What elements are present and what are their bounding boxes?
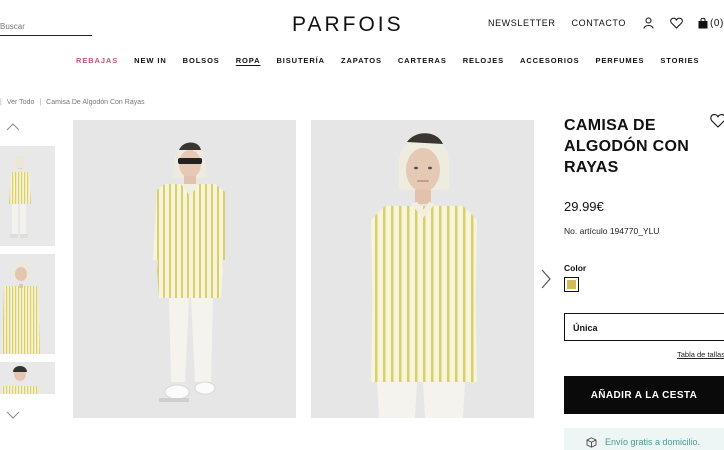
breadcrumb-separator: | [39, 99, 42, 106]
breadcrumb-current: Camisa De Algodón Con Rayas [46, 99, 145, 106]
nav-item-zapatos[interactable]: ZAPATOS [341, 56, 382, 65]
product-title: CAMISA DE ALGODÓN CON RAYAS [564, 117, 690, 176]
product-image-full-body[interactable] [73, 120, 296, 418]
top-links: NEWSLETTER CONTACTO (0) [488, 16, 724, 30]
nav-item-ropa[interactable]: ROPA [236, 56, 261, 65]
chevron-down-icon[interactable] [6, 410, 20, 420]
box-icon [586, 436, 597, 448]
breadcrumb: | Ver Todo | Camisa De Algodón Con Rayas [0, 99, 145, 106]
thumbnail-3[interactable] [0, 362, 55, 394]
color-swatch[interactable] [564, 277, 579, 292]
contact-link[interactable]: CONTACTO [572, 18, 626, 28]
product-reference: No. artículo 194770_YLU [564, 226, 660, 236]
shipping-text: Envío gratis a domicilio. [605, 437, 701, 447]
nav-item-accesorios[interactable]: ACCESORIOS [520, 56, 579, 65]
search-input[interactable] [0, 19, 92, 31]
nav-item-stories[interactable]: STORIES [660, 56, 699, 65]
color-label: Color [564, 263, 587, 273]
product-image-closeup[interactable] [311, 120, 534, 418]
nav-item-rebajas[interactable]: REBAJAS [76, 56, 118, 65]
product-price: 29.99€ [564, 199, 604, 214]
thumbnail-2[interactable] [0, 254, 55, 354]
bag-icon [698, 17, 708, 29]
nav-item-bisuteria[interactable]: BISUTERÍA [276, 56, 325, 65]
nav-item-new-in[interactable]: NEW IN [134, 56, 166, 65]
heart-icon[interactable] [670, 16, 684, 30]
add-to-cart-label: AÑADIR A LA CESTA [590, 389, 698, 401]
breadcrumb-separator: | [0, 99, 2, 106]
chevron-up-icon[interactable] [6, 122, 20, 132]
size-table-link[interactable]: Tabla de tallas [677, 350, 724, 359]
user-icon[interactable] [642, 16, 656, 30]
main-nav: REBAJAS NEW IN BOLSOS ROPA BISUTERÍA ZAP… [76, 56, 715, 65]
size-select[interactable]: Única [564, 313, 724, 341]
nav-item-perfumes[interactable]: PERFUMES [595, 56, 644, 65]
nav-item-bolsos[interactable]: BOLSOS [183, 56, 220, 65]
newsletter-link[interactable]: NEWSLETTER [488, 18, 556, 28]
cart-button[interactable]: (0) [698, 17, 724, 29]
size-value: Única [573, 323, 598, 333]
breadcrumb-link[interactable]: Ver Todo [7, 99, 35, 106]
thumbnail-1[interactable] [0, 146, 55, 246]
cart-count: (0) [709, 17, 724, 29]
nav-item-carteras[interactable]: CARTERAS [398, 56, 447, 65]
nav-item-relojes[interactable]: RELOJES [463, 56, 504, 65]
chevron-right-icon[interactable] [539, 268, 553, 290]
shipping-banner: Envío gratis a domicilio. [564, 428, 724, 450]
search-field[interactable] [0, 16, 92, 36]
add-to-cart-button[interactable]: AÑADIR A LA CESTA [564, 376, 724, 414]
heart-icon[interactable] [710, 113, 724, 129]
logo[interactable]: PARFOIS [292, 13, 404, 37]
